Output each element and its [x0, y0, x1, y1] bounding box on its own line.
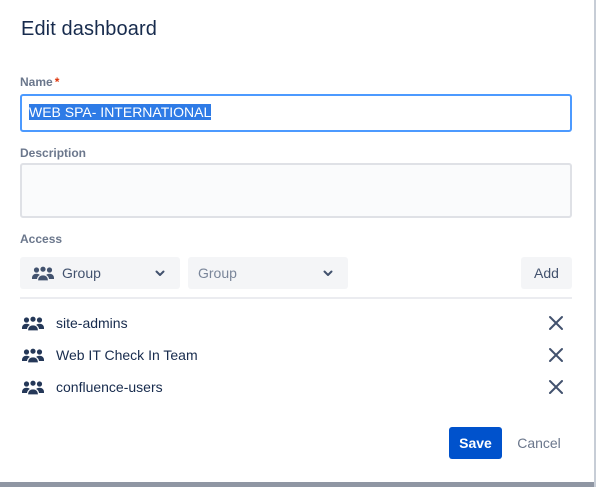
- name-input-value: WEB SPA- INTERNATIONAL: [29, 104, 212, 120]
- group-select-placeholder: Group: [198, 265, 237, 281]
- chevron-down-icon: [155, 270, 165, 276]
- access-label: Access: [20, 232, 63, 246]
- access-entry-name: Web IT Check In Team: [56, 347, 198, 363]
- access-type-select[interactable]: Group: [20, 257, 180, 289]
- access-type-value: Group: [62, 265, 101, 281]
- access-entry: site-admins: [20, 312, 572, 334]
- access-entry: confluence-users: [20, 376, 572, 398]
- dialog-title: Edit dashboard: [21, 18, 157, 40]
- close-icon: [549, 316, 563, 330]
- close-icon: [549, 348, 563, 362]
- people-group-icon: [22, 378, 46, 396]
- cancel-button[interactable]: Cancel: [510, 427, 568, 459]
- chevron-down-icon: [323, 270, 333, 276]
- required-marker: *: [54, 75, 60, 89]
- name-label-text: Name: [20, 75, 53, 89]
- remove-entry-button[interactable]: [546, 313, 566, 333]
- name-input[interactable]: WEB SPA- INTERNATIONAL: [20, 94, 572, 132]
- access-entry: Web IT Check In Team: [20, 344, 572, 366]
- access-entry-name: site-admins: [56, 315, 128, 331]
- access-divider: [20, 297, 572, 299]
- people-group-icon: [22, 314, 46, 332]
- close-icon: [549, 380, 563, 394]
- edit-dashboard-dialog: Edit dashboard Name * WEB SPA- INTERNATIO…: [0, 0, 596, 487]
- add-button[interactable]: Add: [521, 257, 572, 289]
- access-entry-name: confluence-users: [56, 379, 163, 395]
- description-input[interactable]: [20, 163, 572, 218]
- remove-entry-button[interactable]: [546, 345, 566, 365]
- name-label: Name *: [20, 75, 59, 89]
- page-backdrop-edge: [0, 482, 594, 487]
- remove-entry-button[interactable]: [546, 377, 566, 397]
- save-button[interactable]: Save: [449, 427, 502, 459]
- group-select[interactable]: Group: [188, 257, 348, 289]
- people-group-icon: [32, 265, 54, 281]
- people-group-icon: [22, 346, 46, 364]
- description-label: Description: [20, 146, 87, 160]
